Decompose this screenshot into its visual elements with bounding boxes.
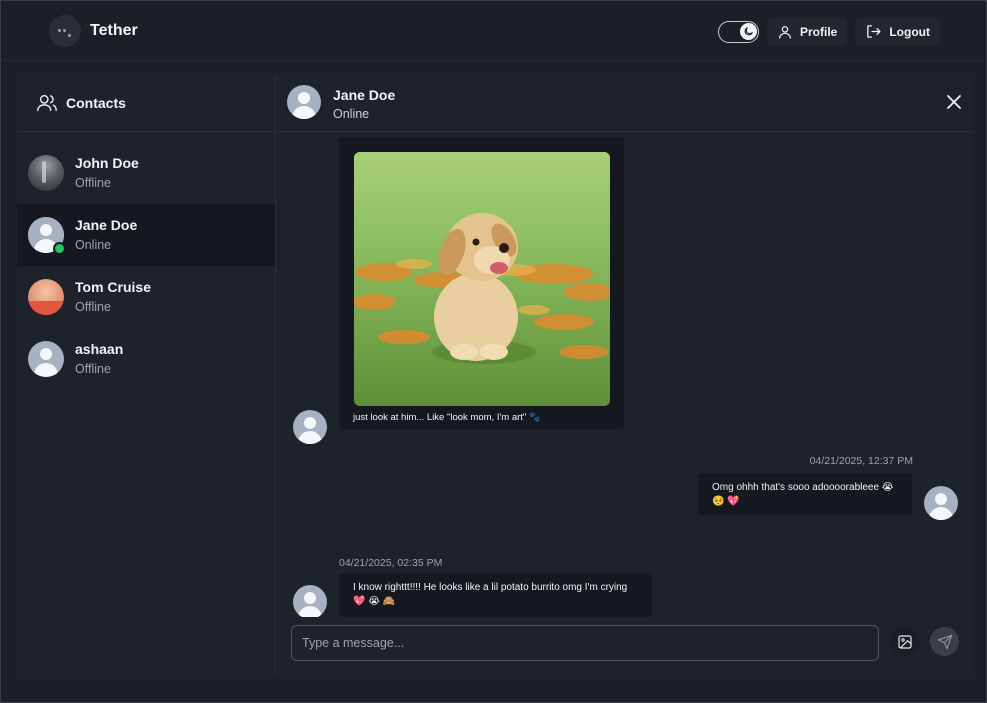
contact-name: John Doe (75, 155, 139, 171)
contact-list: John Doe Offline Jane Doe Online Tom Cru… (17, 142, 275, 390)
message-text: just look at him... Like "look mom, I'm … (353, 412, 541, 423)
app-name: Tether (90, 22, 138, 39)
profile-button[interactable]: Profile (767, 17, 848, 46)
avatar (293, 410, 327, 444)
message-text: I know righttt!!!! He looks like a lil p… (353, 582, 628, 607)
contact-status: Online (75, 238, 112, 252)
contact-name: ashaan (75, 341, 124, 357)
send-icon (937, 634, 952, 649)
contact-item-john-doe[interactable]: John Doe Offline (17, 142, 275, 204)
contact-name: Tom Cruise (75, 279, 151, 295)
message-bubble-outgoing: Omg ohhh that's sooo adoooorableee 😭 🥺 💖 (698, 473, 912, 515)
logout-icon (867, 25, 881, 38)
brand[interactable]: Tether (49, 15, 138, 47)
contact-status: Offline (75, 176, 111, 190)
profile-label: Profile (800, 24, 838, 39)
avatar (287, 85, 321, 119)
message-bubble-incoming: I know righttt!!!! He looks like a lil p… (339, 573, 652, 617)
contact-item-jane-doe[interactable]: Jane Doe Online (17, 204, 275, 266)
sidebar-title: Contacts (66, 94, 126, 111)
app-window: Tether Profile Logout Contacts John Doe … (0, 0, 987, 703)
theme-toggle[interactable] (718, 20, 759, 43)
message-input[interactable] (291, 625, 879, 661)
contact-name: Jane Doe (75, 217, 138, 233)
sidebar-header: Contacts (17, 74, 275, 132)
send-button[interactable] (930, 627, 959, 656)
navbar: Tether Profile Logout (1, 1, 986, 61)
message-timestamp: 04/21/2025, 02:35 PM (339, 557, 443, 569)
message-composer (277, 617, 973, 674)
users-icon (37, 94, 57, 111)
contact-item-ashaan[interactable]: ashaan Offline (17, 328, 275, 390)
contact-status: Offline (75, 300, 111, 314)
avatar (28, 341, 64, 377)
message-bubble-incoming: just look at him... Like "look mom, I'm … (339, 137, 624, 429)
avatar (28, 155, 64, 191)
contacts-sidebar: Contacts John Doe Offline Jane Doe Onlin… (17, 74, 276, 674)
app-logo (49, 15, 81, 47)
puppy-photo[interactable] (354, 152, 610, 406)
avatar (28, 279, 64, 315)
attach-image-button[interactable] (890, 627, 920, 657)
image-icon (898, 635, 912, 649)
chat-header: Jane Doe Online (277, 74, 973, 132)
message-timestamp: 04/21/2025, 12:37 PM (809, 455, 913, 467)
chat-contact-name: Jane Doe (333, 87, 396, 103)
avatar (924, 486, 958, 520)
chat-container: Contacts John Doe Offline Jane Doe Onlin… (17, 74, 973, 674)
contact-item-tom-cruise[interactable]: Tom Cruise Offline (17, 266, 275, 328)
logout-label: Logout (889, 24, 930, 39)
message-text: Omg ohhh that's sooo adoooorableee 😭 🥺 💖 (712, 482, 894, 507)
nav-actions: Profile Logout (718, 17, 940, 46)
chat-pane: Jane Doe Online just look at him... Like… (277, 74, 973, 674)
avatar (28, 217, 66, 255)
user-icon (779, 25, 791, 39)
online-indicator (53, 242, 66, 255)
avatar (293, 585, 327, 617)
contact-status: Offline (75, 362, 111, 376)
chat-contact-status: Online (333, 107, 370, 121)
moon-icon (740, 22, 757, 40)
message-list[interactable]: just look at him... Like "look mom, I'm … (277, 133, 973, 617)
logout-button[interactable]: Logout (855, 17, 940, 46)
close-icon[interactable] (946, 94, 962, 110)
